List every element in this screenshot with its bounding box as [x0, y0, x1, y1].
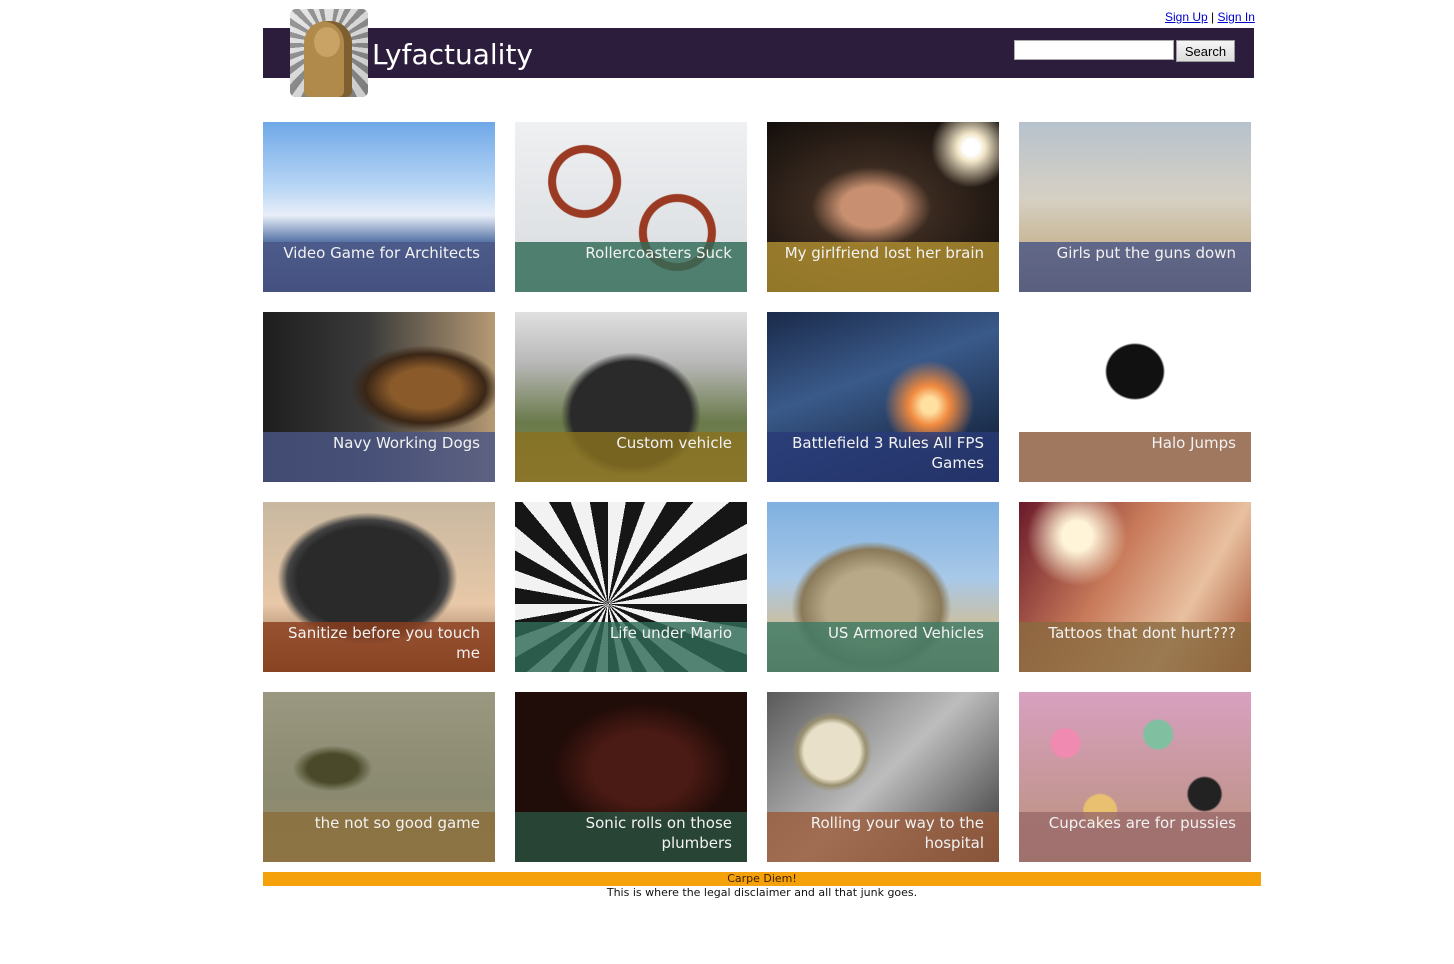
article-tile[interactable]: Halo Jumps [1019, 312, 1251, 482]
article-tile[interactable]: Rolling your way to the hospital [767, 692, 999, 862]
auth-links: Sign Up | Sign In [1165, 10, 1255, 24]
article-tile[interactable]: US Armored Vehicles [767, 502, 999, 672]
tile-title[interactable]: Sanitize before you touch me [270, 623, 480, 663]
tile-title[interactable]: Rolling your way to the hospital [774, 813, 984, 853]
article-tile[interactable]: Cupcakes are for pussies [1019, 692, 1251, 862]
article-tile[interactable]: Video Game for Architects [263, 122, 495, 292]
tile-title[interactable]: US Armored Vehicles [774, 623, 984, 643]
article-tile[interactable]: Battlefield 3 Rules All FPS Games [767, 312, 999, 482]
tile-title[interactable]: Sonic rolls on those plumbers [522, 813, 732, 853]
article-tile[interactable]: Navy Working Dogs [263, 312, 495, 482]
article-tile[interactable]: Custom vehicle [515, 312, 747, 482]
tile-title[interactable]: Custom vehicle [522, 433, 732, 453]
article-tile[interactable]: Sonic rolls on those plumbers [515, 692, 747, 862]
search-input[interactable] [1014, 40, 1174, 60]
tile-title[interactable]: Halo Jumps [1026, 433, 1236, 453]
search-button[interactable]: Search [1176, 40, 1235, 62]
article-tile[interactable]: Sanitize before you touch me [263, 502, 495, 672]
article-tile[interactable]: Rollercoasters Suck [515, 122, 747, 292]
article-tile[interactable]: Tattoos that dont hurt??? [1019, 502, 1251, 672]
tile-title[interactable]: Cupcakes are for pussies [1026, 813, 1236, 833]
article-tile[interactable]: Girls put the guns down [1019, 122, 1251, 292]
tile-title[interactable]: Rollercoasters Suck [522, 243, 732, 263]
tile-title[interactable]: Tattoos that dont hurt??? [1026, 623, 1236, 643]
tile-title[interactable]: Life under Mario [522, 623, 732, 643]
sign-in-link[interactable]: Sign In [1218, 10, 1255, 24]
tile-title[interactable]: Girls put the guns down [1026, 243, 1236, 263]
tile-title[interactable]: My girlfriend lost her brain [774, 243, 984, 263]
tile-title[interactable]: Navy Working Dogs [270, 433, 480, 453]
footer-motto: Carpe Diem! [263, 872, 1261, 886]
article-tile[interactable]: Life under Mario [515, 502, 747, 672]
logo-face [314, 27, 340, 57]
tile-title[interactable]: the not so good game [270, 813, 480, 833]
article-tile[interactable]: the not so good game [263, 692, 495, 862]
sign-up-link[interactable]: Sign Up [1165, 10, 1208, 24]
site-logo[interactable] [290, 9, 368, 97]
auth-separator: | [1211, 10, 1215, 24]
footer-disclaimer: This is where the legal disclaimer and a… [606, 886, 918, 899]
site-title[interactable]: Lyfactuality [372, 38, 533, 71]
tile-title[interactable]: Battlefield 3 Rules All FPS Games [774, 433, 984, 473]
tile-title[interactable]: Video Game for Architects [270, 243, 480, 263]
article-tile[interactable]: My girlfriend lost her brain [767, 122, 999, 292]
